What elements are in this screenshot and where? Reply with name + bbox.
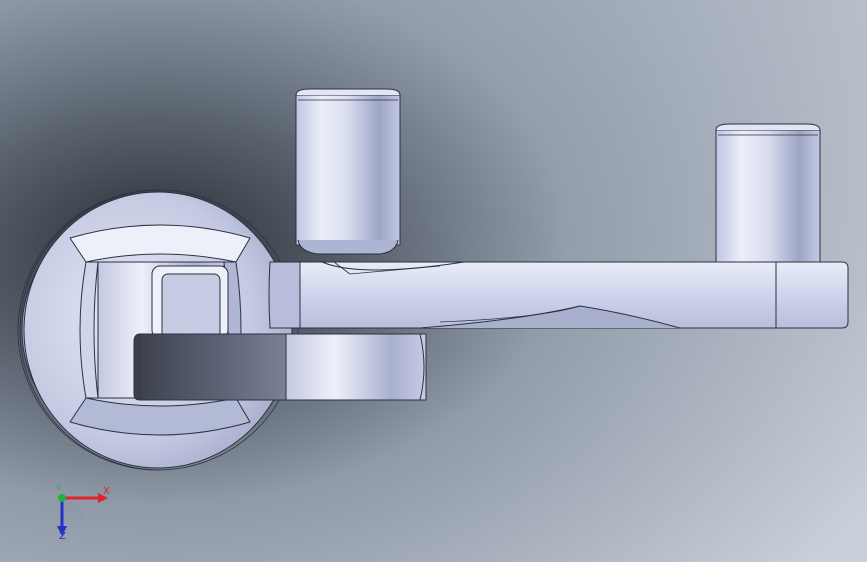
lower-link[interactable] <box>133 333 427 401</box>
y-axis-label: Y <box>56 484 61 493</box>
z-axis-label: Z <box>59 531 66 542</box>
y-axis-dot <box>58 494 66 502</box>
right-pin[interactable] <box>715 123 821 263</box>
cad-viewport[interactable]: X Y Z <box>0 0 867 562</box>
crank-arm[interactable] <box>268 261 849 329</box>
model-canvas[interactable] <box>0 0 867 562</box>
left-pin[interactable] <box>295 88 401 255</box>
x-axis-label: X <box>103 486 110 497</box>
